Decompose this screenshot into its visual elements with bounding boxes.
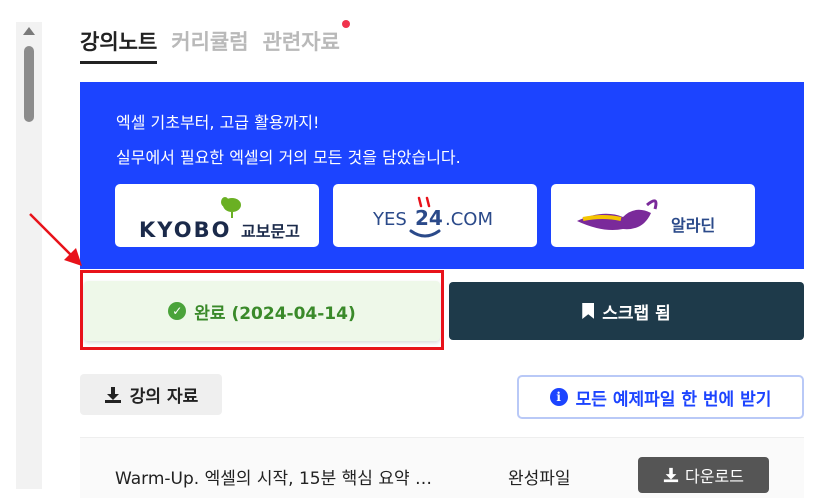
lecture-materials-label: 강의 자료 bbox=[129, 387, 199, 407]
download-all-files-label: 모든 예제파일 한 번에 받기 bbox=[575, 389, 772, 410]
file-type-label: 완성파일 bbox=[508, 469, 571, 489]
download-icon bbox=[663, 467, 679, 483]
lecture-title: Warm-Up. 엑셀의 시작, 15분 핵심 요약 … bbox=[115, 469, 433, 489]
lecture-download-button[interactable]: 다운로드 bbox=[638, 457, 769, 493]
info-icon: i bbox=[549, 388, 568, 406]
download-icon bbox=[104, 386, 121, 403]
lecture-download-label: 다운로드 bbox=[685, 467, 744, 486]
download-all-files-button[interactable]: i 모든 예제파일 한 번에 받기 bbox=[517, 375, 804, 419]
lecture-materials-button[interactable]: 강의 자료 bbox=[80, 374, 222, 415]
